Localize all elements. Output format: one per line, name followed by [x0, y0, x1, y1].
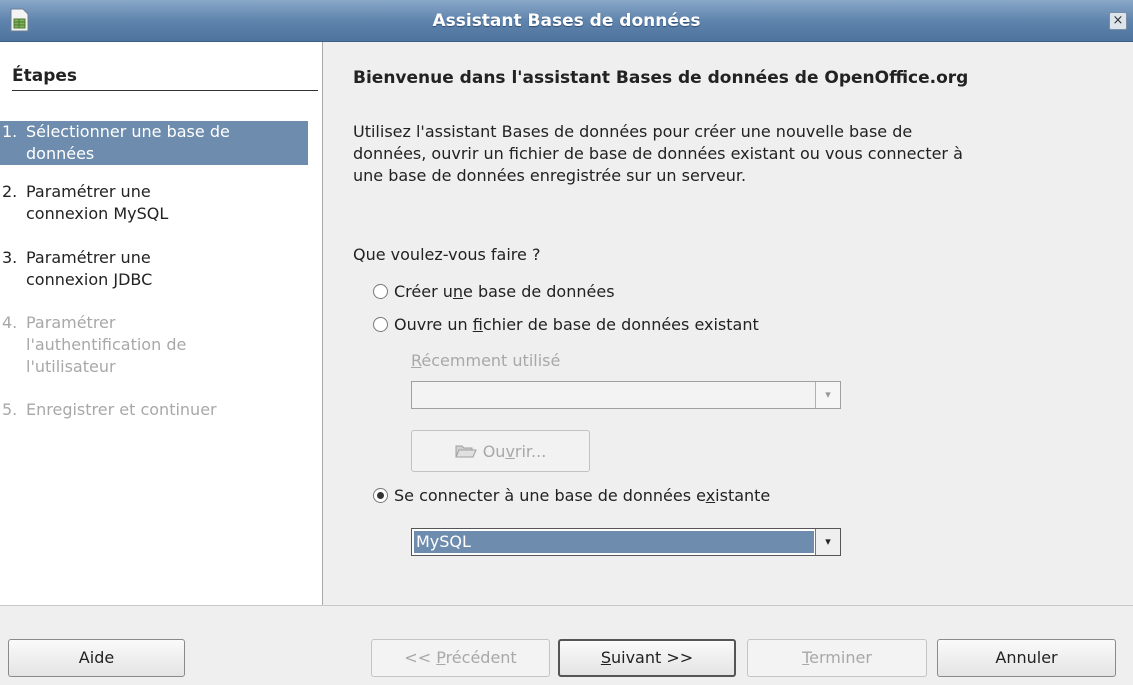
finish-button: Terminer: [747, 639, 927, 677]
step-mysql-connection[interactable]: 2. Paramétrer une connexion MySQL: [2, 181, 316, 225]
title-bar: Assistant Bases de données ×: [0, 0, 1133, 42]
radio-icon[interactable]: [373, 317, 388, 332]
open-button: Ouvrir...: [411, 430, 590, 472]
intro-line: une base de données enregistrée sur un s…: [353, 166, 747, 185]
folder-open-icon: [454, 445, 477, 458]
radio-icon[interactable]: [373, 284, 388, 299]
step-save-and-continue: 5. Enregistrer et continuer: [2, 399, 316, 421]
steps-heading: Étapes: [12, 66, 318, 91]
step-label: données: [26, 144, 95, 163]
step-number: 4.: [2, 313, 18, 332]
step-label: Enregistrer et continuer: [26, 400, 217, 419]
step-label: Paramétrer une: [26, 182, 151, 201]
step-number: 1.: [2, 122, 18, 141]
recent-files-dropdown: ▾: [411, 381, 841, 409]
close-icon[interactable]: ×: [1109, 12, 1127, 30]
open-button-label: Ouvrir...: [482, 441, 547, 461]
chevron-down-icon[interactable]: ▾: [815, 529, 840, 555]
question-label: Que voulez-vous faire ?: [353, 245, 541, 264]
radio-icon[interactable]: [373, 488, 388, 503]
step-label: l'utilisateur: [26, 357, 116, 376]
database-type-value: MySQL: [414, 531, 814, 553]
step-jdbc-connection[interactable]: 3. Paramétrer une connexion JDBC: [2, 247, 316, 291]
help-button[interactable]: Aide: [8, 639, 185, 677]
step-select-database[interactable]: 1. Sélectionner une base de données: [0, 121, 308, 165]
next-button[interactable]: Suivant >>: [558, 639, 736, 677]
step-label: Paramétrer une: [26, 248, 151, 267]
button-bar: Aide << Précédent Suivant >> Terminer An…: [0, 605, 1133, 685]
intro-line: données, ouvrir un fichier de base de do…: [353, 144, 963, 163]
step-label: connexion MySQL: [26, 204, 169, 223]
option-label: Créer une base de données: [394, 282, 615, 301]
step-label: Paramétrer: [26, 313, 116, 332]
option-connect-existing[interactable]: Se connecter à une base de données exist…: [373, 486, 770, 505]
step-user-authentication: 4. Paramétrer l'authentification de l'ut…: [2, 312, 316, 378]
step-label: Sélectionner une base de: [26, 122, 230, 141]
intro-line: Utilisez l'assistant Bases de données po…: [353, 122, 913, 141]
database-type-dropdown[interactable]: MySQL ▾: [411, 528, 841, 556]
page-title: Bienvenue dans l'assistant Bases de donn…: [353, 68, 969, 88]
step-label: l'authentification de: [26, 335, 187, 354]
chevron-down-icon: ▾: [815, 382, 840, 408]
window-title: Assistant Bases de données: [432, 11, 701, 31]
recent-label: Récemment utilisé: [411, 351, 561, 370]
steps-pane: Étapes 1. Sélectionner une base de donné…: [0, 42, 323, 605]
option-open-file[interactable]: Ouvre un fichier de base de données exis…: [373, 315, 759, 334]
option-label: Se connecter à une base de données exist…: [394, 486, 771, 505]
option-label: Ouvre un fichier de base de données exis…: [394, 315, 759, 334]
main-content: Bienvenue dans l'assistant Bases de donn…: [323, 42, 1133, 605]
step-number: 2.: [2, 182, 18, 201]
step-number: 3.: [2, 248, 18, 267]
cancel-button[interactable]: Annuler: [937, 639, 1116, 677]
intro-text: Utilisez l'assistant Bases de données po…: [353, 121, 1073, 187]
previous-button: << Précédent: [371, 639, 550, 677]
option-create-database[interactable]: Créer une base de données: [373, 282, 615, 301]
step-label: connexion JDBC: [26, 270, 153, 289]
step-number: 5.: [2, 400, 18, 419]
